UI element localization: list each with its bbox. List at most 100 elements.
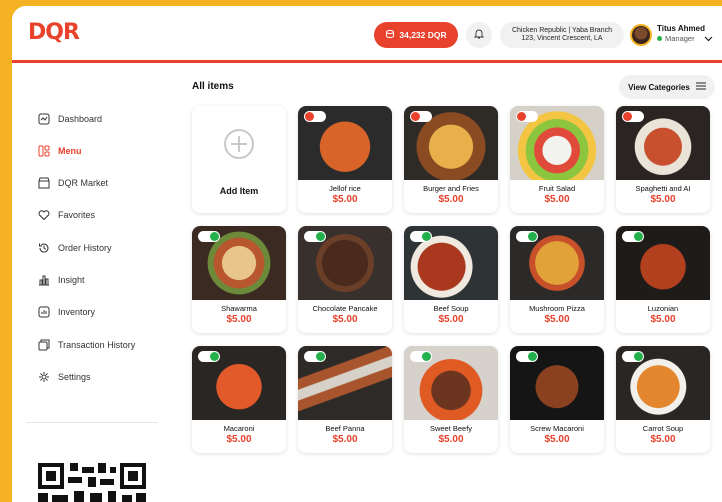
notifications-button[interactable]	[466, 22, 492, 48]
item-name: Sweet Beefy	[429, 424, 473, 433]
item-name: Jellof rice	[329, 184, 361, 193]
sidebar-item-label: Inventory	[58, 307, 96, 317]
item-price: $5.00	[544, 194, 570, 205]
menu-item-card[interactable]: Shawarma $5.00	[192, 226, 286, 333]
availability-toggle[interactable]	[304, 111, 326, 122]
availability-toggle[interactable]	[516, 231, 538, 242]
add-item-card[interactable]: Add Item	[192, 106, 286, 213]
availability-toggle[interactable]	[622, 351, 644, 362]
sidebar-item-label: Insight	[58, 275, 85, 285]
sidebar-item-label: Favorites	[58, 210, 96, 220]
branch-name: Chicken Republic | Yaba Branch	[511, 26, 612, 34]
item-name: Chocolate Pancake	[312, 304, 378, 313]
page-title: All items	[192, 81, 234, 92]
item-name: Macaroni	[223, 424, 255, 433]
sidebar-item-label: Dashboard	[58, 114, 103, 124]
item-name: Burger and Fries	[423, 184, 479, 193]
item-price: $5.00	[438, 434, 464, 445]
availability-toggle[interactable]	[198, 351, 220, 362]
menu-item-card[interactable]: Luzonian $5.00	[616, 226, 710, 333]
sidebar-item-order-history[interactable]: Order History	[38, 239, 112, 257]
menu-item-card[interactable]: Fruit Salad $5.00	[510, 106, 604, 213]
menu-item-card[interactable]: Macaroni $5.00	[192, 346, 286, 453]
item-price: $5.00	[226, 314, 252, 325]
sidebar-item-dqr-market[interactable]: DQR Market	[38, 174, 108, 192]
item-price: $5.00	[544, 434, 570, 445]
sidebar-item-label: DQR Market	[58, 178, 109, 188]
availability-toggle[interactable]	[516, 351, 538, 362]
item-name: Beef Soup	[433, 304, 469, 313]
market-icon	[38, 177, 50, 189]
item-name: Fruit Salad	[538, 184, 576, 193]
menu-item-card[interactable]: Beef Soup $5.00	[404, 226, 498, 333]
availability-toggle[interactable]	[622, 231, 644, 242]
item-price: $5.00	[544, 314, 570, 325]
availability-toggle[interactable]	[410, 351, 432, 362]
menu-item-card[interactable]: Sweet Beefy $5.00	[404, 346, 498, 453]
avatar[interactable]	[630, 24, 652, 46]
item-price: $5.00	[650, 314, 676, 325]
sidebar-item-transaction-history[interactable]: Transaction History	[38, 336, 135, 354]
sidebar-item-menu[interactable]: Menu	[38, 142, 82, 160]
wallet-balance-button[interactable]: 34,232 DQR	[374, 22, 458, 48]
dashboard-icon	[38, 113, 50, 125]
item-name: Spaghetti and AI	[635, 184, 691, 193]
item-price: $5.00	[650, 434, 676, 445]
menu-item-card[interactable]: Chocolate Pancake $5.00	[298, 226, 392, 333]
sidebar-item-inventory[interactable]: Inventory	[38, 303, 95, 321]
item-price: $5.00	[226, 434, 252, 445]
sidebar-item-favorites[interactable]: Favorites	[38, 206, 95, 224]
user-role: Manager	[657, 34, 695, 43]
availability-toggle[interactable]	[304, 231, 326, 242]
item-name: Shawarma	[221, 304, 257, 313]
item-price: $5.00	[332, 314, 358, 325]
view-categories-button[interactable]: View Categories	[619, 75, 715, 99]
item-name: Carrot Soup	[642, 424, 684, 433]
sidebar-item-label: Order History	[58, 243, 112, 253]
transaction-icon	[38, 339, 50, 351]
availability-toggle[interactable]	[410, 231, 432, 242]
top-bar: DQR 34,232 DQR Chicken Republic | Yaba B…	[12, 6, 722, 63]
sidebar-divider	[26, 422, 158, 423]
branch-address: 123, Vincent Crescent, LA	[521, 35, 603, 42]
availability-toggle[interactable]	[304, 351, 326, 362]
main-content: All items View Categories Add Item Jello…	[172, 63, 722, 502]
branch-selector[interactable]: Chicken Republic | Yaba Branch 123, Vinc…	[500, 22, 624, 48]
sidebar: Dashboard Menu DQR Market Favorites Orde…	[12, 63, 172, 502]
menu-item-card[interactable]: Jellof rice $5.00	[298, 106, 392, 213]
availability-toggle[interactable]	[198, 231, 220, 242]
history-icon	[38, 242, 50, 254]
menu-item-card[interactable]: Mushroom Pizza $5.00	[510, 226, 604, 333]
user-role-label: Manager	[665, 34, 695, 43]
app-window: DQR 34,232 DQR Chicken Republic | Yaba B…	[12, 6, 722, 502]
coin-icon	[385, 29, 395, 41]
heart-icon	[38, 209, 50, 221]
availability-toggle[interactable]	[622, 111, 644, 122]
item-price: $5.00	[332, 194, 358, 205]
sidebar-item-dashboard[interactable]: Dashboard	[38, 110, 102, 128]
item-price: $5.00	[438, 194, 464, 205]
sidebar-item-settings[interactable]: Settings	[38, 368, 91, 386]
menu-item-card[interactable]: Screw Macaroni $5.00	[510, 346, 604, 453]
item-name: Mushroom Pizza	[529, 304, 585, 313]
item-price: $5.00	[332, 434, 358, 445]
availability-toggle[interactable]	[410, 111, 432, 122]
chevron-down-icon[interactable]	[704, 29, 713, 47]
online-status-icon	[657, 36, 662, 41]
user-name: Titus Ahmed	[657, 24, 706, 33]
availability-toggle[interactable]	[516, 111, 538, 122]
bell-icon	[473, 26, 485, 44]
item-name: Beef Panna	[325, 424, 365, 433]
sidebar-item-label: Transaction History	[58, 340, 136, 350]
menu-item-card[interactable]: Burger and Fries $5.00	[404, 106, 498, 213]
sidebar-item-insight[interactable]: Insight	[38, 271, 85, 289]
menu-item-card[interactable]: Beef Panna $5.00	[298, 346, 392, 453]
menu-item-card[interactable]: Carrot Soup $5.00	[616, 346, 710, 453]
item-name: Luzonian	[647, 304, 679, 313]
hamburger-icon	[695, 82, 706, 92]
menu-item-card[interactable]: Spaghetti and AI $5.00	[616, 106, 710, 213]
view-categories-label: View Categories	[628, 82, 690, 92]
gear-icon	[38, 371, 50, 383]
chart-icon	[38, 274, 50, 286]
logo[interactable]: DQR	[28, 21, 80, 45]
